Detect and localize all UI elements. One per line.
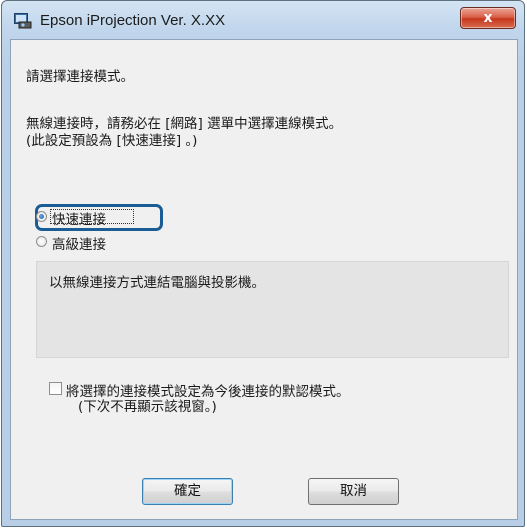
close-icon: x <box>483 10 493 26</box>
title-bar[interactable]: Epson iProjection Ver. X.XX x <box>2 1 524 39</box>
window-title: Epson iProjection Ver. X.XX <box>40 12 226 29</box>
dialog-window: Epson iProjection Ver. X.XX x 請選擇連接模式。 無… <box>1 0 525 527</box>
note-line-2: (此設定預設為 [快速連接] 。) <box>26 133 198 149</box>
projector-app-icon <box>14 13 32 29</box>
description-box: 以無線連接方式連結電腦與投影機。 <box>36 261 509 358</box>
close-button[interactable]: x <box>460 7 516 29</box>
ok-button[interactable]: 確定 <box>142 478 233 505</box>
radio-unselected-icon[interactable] <box>36 236 47 247</box>
radio-advanced-label[interactable]: 高級連接 <box>52 233 106 253</box>
cancel-button[interactable]: 取消 <box>308 478 399 505</box>
radio-quick-label[interactable]: 快速連接 <box>52 208 106 228</box>
default-mode-checkbox[interactable] <box>49 382 62 395</box>
description-text: 以無線連接方式連結電腦與投影機。 <box>49 275 265 291</box>
instruction-text: 請選擇連接模式。 <box>26 69 134 85</box>
radio-selected-icon[interactable] <box>36 211 47 222</box>
default-mode-label-line-2[interactable]: (下次不再顯示該視窗。) <box>78 395 217 415</box>
dialog-body: 請選擇連接模式。 無線連接時，請務必在 [網路] 選單中選擇連線模式。 (此設定… <box>10 39 518 520</box>
